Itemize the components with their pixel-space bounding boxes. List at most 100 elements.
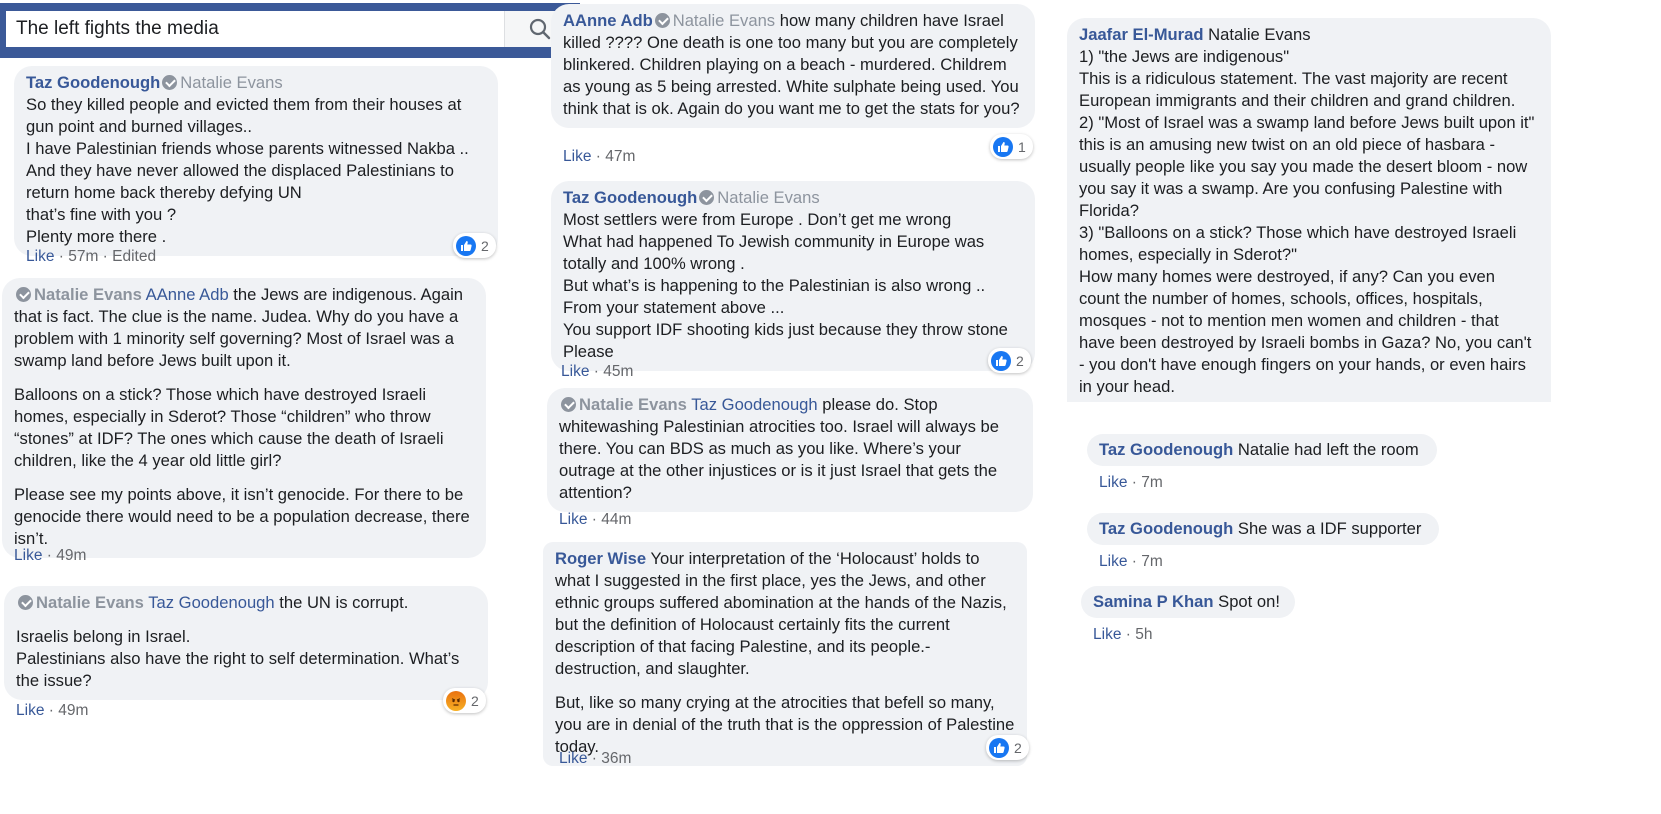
like-button[interactable]: Like — [561, 363, 589, 380]
verified-icon — [162, 75, 178, 90]
search-bar — [0, 3, 580, 58]
thumbs-up-icon — [989, 737, 1009, 758]
comment-line: And they have never allowed the displace… — [26, 161, 455, 202]
comment-bubble: Taz Goodenough Natalie Evans So they kill… — [14, 66, 498, 256]
like-button[interactable]: Like — [1099, 474, 1127, 491]
like-button[interactable]: Like — [26, 248, 54, 265]
search-input[interactable] — [6, 11, 504, 47]
comment-meta: Like · 7m — [1099, 474, 1163, 491]
reaction-number: 2 — [1016, 352, 1024, 369]
comment-time[interactable]: 36m — [601, 750, 631, 767]
comment-text: Your interpretation of the ‘Holocaust’ h… — [555, 549, 1007, 678]
comment-bubble: AAnne Adb Natalie Evans how many children… — [551, 4, 1035, 128]
comment-bubble: Taz Goodenough Natalie had left the room — [1087, 434, 1437, 466]
reaction-number: 1 — [1018, 138, 1026, 155]
search-icon — [529, 18, 551, 40]
mention-tag[interactable]: AAnne Adb — [146, 285, 229, 304]
mention-tag[interactable]: Taz Goodenough — [691, 395, 817, 414]
comment-text: the UN is corrupt. — [279, 593, 409, 612]
comment-meta: Like · 36m — [559, 750, 632, 767]
comment-line: Most settlers were from Europe . Don’t g… — [563, 210, 952, 229]
comment-line: Plenty more there . — [26, 227, 167, 246]
comment-bubble: Taz Goodenough Natalie Evans Most settler… — [551, 181, 1035, 371]
comment-time[interactable]: 49m — [58, 702, 88, 719]
comment-text: Spot on! — [1218, 592, 1280, 611]
like-button[interactable]: Like — [563, 148, 591, 165]
comment-meta: Like · 45m — [561, 363, 634, 380]
thumbs-up-icon — [991, 350, 1011, 371]
comment-bubble: Natalie Evans AAnne Adb the Jews are ind… — [2, 278, 486, 558]
like-button[interactable]: Like — [1099, 553, 1127, 570]
reaction-number: 2 — [481, 237, 489, 254]
reply-to-name[interactable]: Natalie Evans — [180, 73, 282, 92]
like-button[interactable]: Like — [14, 547, 42, 564]
comment-line: But what’s is happening to the Palestini… — [563, 276, 986, 295]
angry-icon — [446, 690, 466, 711]
comment-meta: Like · 5h — [1093, 626, 1153, 643]
comment-time[interactable]: 49m — [56, 547, 86, 564]
comment-author[interactable]: Roger Wise — [555, 549, 646, 568]
comment-text: Israelis belong in Israel. — [16, 627, 191, 646]
comment-time[interactable]: 47m — [605, 148, 635, 165]
comment-time[interactable]: 5h — [1135, 626, 1152, 643]
comment-meta: Like · 49m — [16, 702, 89, 719]
comment-bubble: Samina P Khan Spot on! — [1081, 586, 1295, 618]
edited-label: Edited — [112, 248, 157, 265]
reply-to-name[interactable]: Natalie Evans — [717, 188, 819, 207]
comment-author[interactable]: Taz Goodenough — [26, 73, 160, 92]
comment-time[interactable]: 57m — [68, 248, 98, 265]
comment-line: This is a ridiculous statement. The vast… — [1079, 69, 1516, 110]
comment-author[interactable]: Taz Goodenough — [563, 188, 697, 207]
like-button[interactable]: Like — [559, 750, 587, 767]
reaction-count[interactable]: 2 — [443, 688, 486, 713]
comment-author[interactable]: Samina P Khan — [1093, 592, 1214, 611]
comment-line: From your statement above ... — [563, 298, 785, 317]
comment-line: How many homes were destroyed, if any? C… — [1079, 267, 1532, 396]
comment-time[interactable]: 44m — [601, 511, 631, 528]
reaction-count[interactable]: 1 — [990, 134, 1033, 159]
reply-to-name[interactable]: Natalie Evans — [673, 11, 775, 30]
reaction-number: 2 — [1014, 739, 1022, 756]
reaction-count[interactable]: 2 — [453, 233, 496, 258]
comment-line: What had happened To Jewish community in… — [563, 232, 985, 273]
verified-icon — [699, 190, 715, 205]
comment-line: this is an amusing new twist on an old p… — [1079, 135, 1528, 220]
comment-author[interactable]: Natalie Evans — [34, 285, 142, 304]
comment-line: that’s fine with you ? — [26, 205, 177, 224]
like-button[interactable]: Like — [16, 702, 44, 719]
comment-author[interactable]: Natalie Evans — [36, 593, 144, 612]
comment-bubble: Natalie Evans Taz Goodenough please do. … — [547, 388, 1033, 512]
thumbs-up-icon — [993, 136, 1013, 157]
comment-meta: Like · 49m — [14, 547, 87, 564]
comment-bubble: Natalie Evans Taz Goodenough the UN is c… — [4, 586, 488, 700]
comment-author[interactable]: Natalie Evans — [579, 395, 687, 414]
like-button[interactable]: Like — [559, 511, 587, 528]
comment-author[interactable]: Jaafar El-Murad — [1079, 25, 1204, 44]
comment-text: Natalie had left the room — [1237, 440, 1419, 459]
mention-tag[interactable]: Taz Goodenough — [148, 593, 274, 612]
reaction-count[interactable]: 2 — [986, 735, 1029, 760]
comment-text: Please see my points above, it isn’t gen… — [14, 485, 470, 548]
comment-bubble: Roger Wise Your interpretation of the ‘H… — [543, 542, 1027, 766]
comment-time[interactable]: 7m — [1141, 553, 1163, 570]
verified-icon — [654, 13, 670, 28]
comment-author[interactable]: AAnne Adb — [563, 11, 653, 30]
verified-icon — [18, 595, 33, 610]
comment-line: You support IDF shooting kids just becau… — [563, 320, 1008, 361]
like-button[interactable]: Like — [1093, 626, 1121, 643]
comment-text: Palestinians also have the right to self… — [16, 649, 460, 690]
reaction-count[interactable]: 2 — [988, 348, 1031, 373]
comment-meta: Like · 47m — [563, 148, 636, 165]
comment-line: 2) "Most of Israel was a swamp land befo… — [1079, 113, 1535, 132]
comment-time[interactable]: 7m — [1141, 474, 1163, 491]
comment-line: 1) "the Jews are indigenous" — [1079, 47, 1290, 66]
comment-time[interactable]: 45m — [603, 363, 633, 380]
comment-author[interactable]: Taz Goodenough — [1099, 519, 1233, 538]
comment-bubble: Taz Goodenough She was a IDF supporter — [1087, 513, 1439, 545]
reply-to-name[interactable]: Natalie Evans — [1208, 25, 1310, 44]
comment-line: 3) "Balloons on a stick? Those which hav… — [1079, 223, 1517, 264]
thumbs-up-icon — [456, 235, 476, 256]
comment-author[interactable]: Taz Goodenough — [1099, 440, 1233, 459]
comment-line: So they killed people and evicted them f… — [26, 95, 462, 136]
comment-text: Balloons on a stick? Those which have de… — [14, 385, 444, 470]
